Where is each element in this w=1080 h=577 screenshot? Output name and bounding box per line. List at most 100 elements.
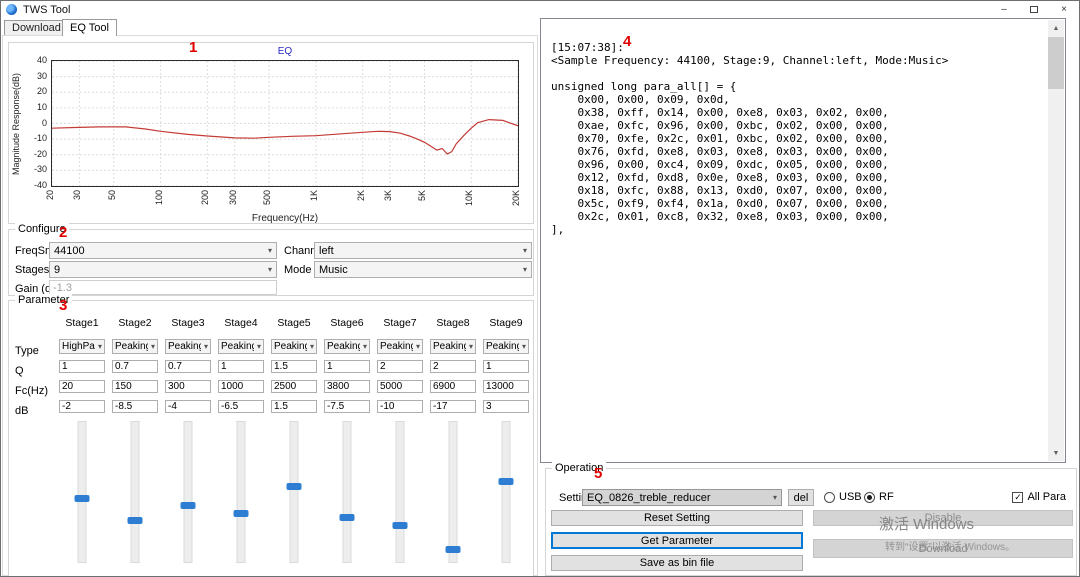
stage3-fc-input[interactable] [165, 380, 211, 393]
reset-setting-button[interactable]: Reset Setting [551, 510, 803, 526]
stage8-db-input[interactable] [430, 400, 476, 413]
scroll-up-button[interactable]: ▲ [1048, 20, 1064, 36]
slider-track [449, 421, 458, 563]
slider-handle[interactable] [340, 514, 355, 521]
stage8-gain-slider[interactable] [430, 421, 476, 563]
tab-eq-tool[interactable]: EQ Tool [62, 19, 117, 36]
slider-track [396, 421, 405, 563]
slider-handle[interactable] [128, 517, 143, 524]
stage9-fc-input[interactable] [483, 380, 529, 393]
disable-button[interactable]: Disable [813, 510, 1073, 526]
x-tick-label: 3K [383, 190, 393, 201]
stage1-gain-slider[interactable] [59, 421, 105, 563]
log-scrollbar[interactable]: ▲ ▼ [1048, 20, 1064, 461]
scroll-down-button[interactable]: ▼ [1048, 445, 1064, 461]
channel-select[interactable]: left ▾ [314, 242, 532, 259]
stage9-type-select[interactable]: Peaking ▾ [483, 339, 529, 354]
stage7-gain-slider[interactable] [377, 421, 423, 563]
stage3-db-input[interactable] [165, 400, 211, 413]
save-bin-button[interactable]: Save as bin file [551, 555, 803, 571]
gain-input[interactable] [49, 280, 277, 295]
mode-select[interactable]: Music ▾ [314, 261, 532, 278]
stage5-fc-input[interactable] [271, 380, 317, 393]
stage7-type-select[interactable]: Peaking ▾ [377, 339, 423, 354]
stage5-q-input[interactable] [271, 360, 317, 373]
stage6-gain-slider[interactable] [324, 421, 370, 563]
stage6-fc-input[interactable] [324, 380, 370, 393]
stage7-fc-input[interactable] [377, 380, 423, 393]
stage4-gain-slider[interactable] [218, 421, 264, 563]
stage4-q-input[interactable] [218, 360, 264, 373]
stage1-fc-input[interactable] [59, 380, 105, 393]
stage2-gain-slider[interactable] [112, 421, 158, 563]
stage9-db-input[interactable] [483, 400, 529, 413]
stages-select[interactable]: 9 ▾ [49, 261, 277, 278]
stage-columns: Stage1 HighPass ▾ Stage2 Peaking ▾ [59, 317, 529, 563]
usb-radio[interactable]: USB [824, 491, 862, 503]
stage2-type-select[interactable]: Peaking ▾ [112, 339, 158, 354]
slider-handle[interactable] [234, 510, 249, 517]
stage3-q-input[interactable] [165, 360, 211, 373]
log-output-panel[interactable]: [15:07:38]: <Sample Frequency: 44100, St… [540, 18, 1066, 463]
stage8-fc-input[interactable] [430, 380, 476, 393]
chevron-down-icon: ▾ [520, 246, 527, 255]
stage1-db-input[interactable] [59, 400, 105, 413]
stage8-type-select[interactable]: Peaking ▾ [430, 339, 476, 354]
scroll-thumb[interactable] [1048, 37, 1064, 89]
annotation-4: 4 [623, 33, 631, 50]
stage9-gain-slider[interactable] [483, 421, 529, 563]
chevron-down-icon: ▾ [307, 342, 314, 351]
download-button[interactable]: Download [813, 539, 1073, 558]
stage9-q-input[interactable] [483, 360, 529, 373]
setting-select[interactable]: EQ_0826_treble_reducer ▾ [582, 489, 782, 506]
stage6-db-input[interactable] [324, 400, 370, 413]
stage5-type-select[interactable]: Peaking ▾ [271, 339, 317, 354]
all-para-checkbox[interactable]: ✓ All Para [1012, 491, 1066, 503]
stage-column-4: Stage4 Peaking ▾ [218, 317, 264, 563]
slider-handle[interactable] [393, 522, 408, 529]
window-title: TWS Tool [23, 4, 70, 16]
stage1-q-input[interactable] [59, 360, 105, 373]
close-button[interactable]: × [1049, 1, 1079, 18]
stage5-db-input[interactable] [271, 400, 317, 413]
stage4-type-select[interactable]: Peaking ▾ [218, 339, 264, 354]
stage1-type-select[interactable]: HighPass ▾ [59, 339, 105, 354]
slider-handle[interactable] [499, 478, 514, 485]
stage5-gain-slider[interactable] [271, 421, 317, 563]
y-tick-label: 40 [37, 55, 47, 65]
stage4-db-input[interactable] [218, 400, 264, 413]
stages-value: 9 [54, 264, 60, 276]
rf-radio[interactable]: RF [864, 491, 894, 503]
stage-type-value: Peaking [168, 341, 201, 352]
stage4-fc-input[interactable] [218, 380, 264, 393]
minimize-button[interactable]: – [989, 1, 1019, 18]
get-parameter-button[interactable]: Get Parameter [551, 532, 803, 549]
radio-circle-icon [824, 492, 835, 503]
chevron-down-icon: ▾ [254, 342, 261, 351]
eq-response-plot [51, 60, 519, 187]
stage2-fc-input[interactable] [112, 380, 158, 393]
stage3-type-select[interactable]: Peaking ▾ [165, 339, 211, 354]
del-button[interactable]: del [788, 489, 814, 506]
rf-radio-label: RF [879, 491, 894, 503]
parameter-panel: Parameter Type Q Fc(Hz) dB Stage1 HighPa… [8, 300, 534, 577]
stage7-db-input[interactable] [377, 400, 423, 413]
stage2-db-input[interactable] [112, 400, 158, 413]
chevron-down-icon: ▾ [466, 342, 473, 351]
freqsmp-select[interactable]: 44100 ▾ [49, 242, 277, 259]
stage2-q-input[interactable] [112, 360, 158, 373]
stage8-q-input[interactable] [430, 360, 476, 373]
slider-handle[interactable] [446, 546, 461, 553]
stage7-q-input[interactable] [377, 360, 423, 373]
slider-handle[interactable] [287, 483, 302, 490]
y-tick-label: 10 [37, 102, 47, 112]
stage-column-6: Stage6 Peaking ▾ [324, 317, 370, 563]
stage6-q-input[interactable] [324, 360, 370, 373]
maximize-icon [1030, 6, 1038, 13]
stage3-gain-slider[interactable] [165, 421, 211, 563]
maximize-button[interactable] [1019, 1, 1049, 18]
log-text: [15:07:38]: <Sample Frequency: 44100, St… [551, 41, 1043, 456]
stage6-type-select[interactable]: Peaking ▾ [324, 339, 370, 354]
slider-handle[interactable] [181, 502, 196, 509]
slider-handle[interactable] [75, 495, 90, 502]
